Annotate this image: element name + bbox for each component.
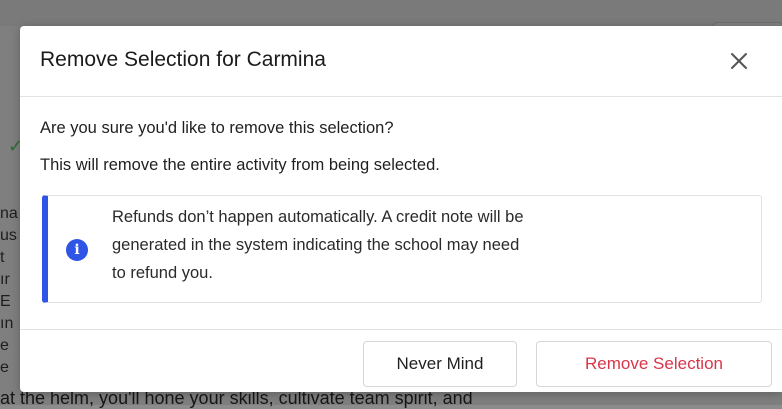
background-text-fragment: e [0, 337, 9, 354]
remove-selection-button[interactable]: Remove Selection [536, 341, 772, 387]
close-icon [731, 53, 747, 69]
confirmation-question: Are you sure you'd like to remove this s… [40, 119, 394, 137]
background-text-fragment: e [0, 359, 9, 376]
remove-selection-modal: Remove Selection for Carmina Are you sur… [20, 26, 782, 392]
alert-text-line: generated in the system indicating the s… [112, 236, 520, 254]
background-text-fragment: E [0, 293, 11, 310]
never-mind-button[interactable]: Never Mind [363, 341, 517, 387]
background-text-fragment: na [0, 205, 18, 222]
info-icon: i [66, 239, 88, 261]
modal-header: Remove Selection for Carmina [20, 26, 782, 97]
modal-footer: Never Mind Remove Selection [20, 329, 782, 392]
background-text-fragment: us [0, 227, 17, 244]
background-text-fragment: t [0, 249, 5, 266]
modal-body: Are you sure you'd like to remove this s… [20, 97, 782, 329]
alert-text-line: Refunds don’t happen automatically. A cr… [112, 208, 524, 226]
close-button[interactable] [724, 46, 754, 76]
alert-text-line: to refund you. [112, 264, 213, 282]
modal-title: Remove Selection for Carmina [40, 48, 326, 71]
background-header [0, 0, 782, 26]
background-text-fragment: ın [0, 315, 14, 332]
refund-info-alert: i Refunds don’t happen automatically. A … [42, 195, 762, 303]
confirmation-description: This will remove the entire activity fro… [40, 156, 440, 174]
background-text-fragment: ır [0, 271, 10, 288]
